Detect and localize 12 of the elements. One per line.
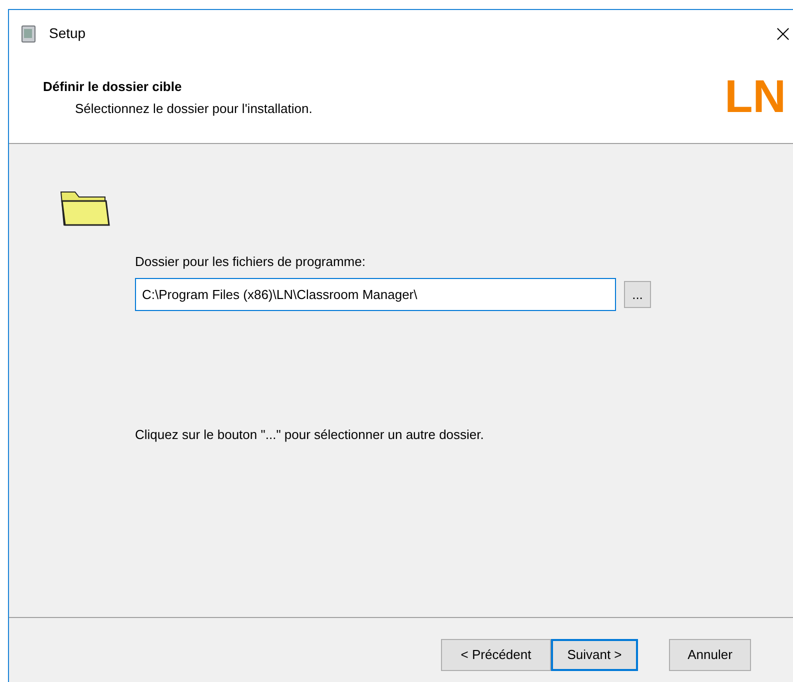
page-title: Définir le dossier cible [43, 78, 183, 96]
folder-path-field[interactable]: C:\Program Files (x86)\LN\Classroom Manager\ [135, 278, 616, 310]
field-label: Dossier pour les fichiers de programme: [135, 253, 366, 271]
wizard-button[interactable]: < Précédent [441, 639, 551, 671]
close-icon[interactable] [775, 26, 791, 42]
browse-button[interactable]: ... [624, 280, 651, 308]
wizard-button[interactable]: Suivant > [551, 639, 638, 671]
page-subtitle: Sélectionnez le dossier pour l'installation. [74, 100, 312, 118]
wizard-button[interactable]: Annuler [669, 639, 751, 671]
logo: LN [724, 71, 787, 122]
hint-text: Cliquez sur le bouton "..." pour sélectionner un autre dossier. [135, 426, 485, 444]
window-title: Setup [49, 24, 86, 43]
